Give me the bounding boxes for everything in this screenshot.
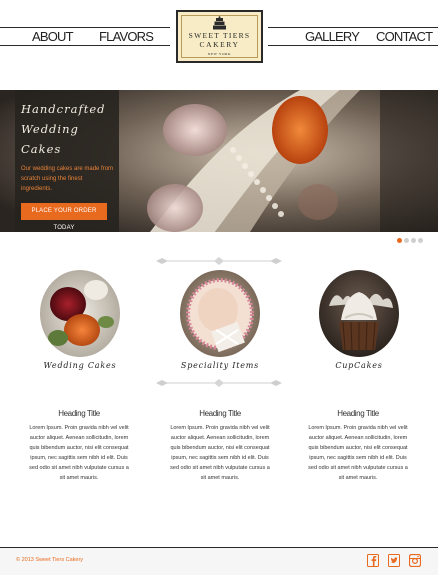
info-column-1: Heading Title Lorem Ipsum. Proin gravida… — [27, 409, 131, 483]
logo-name-line2: CAKERY — [199, 40, 240, 49]
nav-contact[interactable]: CONTACT — [376, 29, 433, 44]
speciality-items-image[interactable] — [180, 270, 260, 357]
hero-description: Our wedding cakes are made from scratch … — [21, 166, 114, 192]
header-rule-bottom-left — [0, 45, 170, 46]
column-heading: Heading Title — [337, 409, 379, 418]
info-column-3: Heading Title Lorem Ipsum. Proin gravida… — [306, 409, 410, 483]
twitter-icon[interactable] — [388, 554, 400, 567]
ornament-divider-bottom — [156, 379, 282, 387]
product-name[interactable]: Wedding Cakes — [20, 361, 140, 370]
nav-gallery[interactable]: GALLERY — [305, 29, 360, 44]
site-logo[interactable]: SWEET TIERS CAKERY NEW YORK — [176, 10, 263, 63]
cake-logo-icon — [213, 16, 226, 30]
hero-caption-panel: Handcrafted Wedding Cakes Our wedding ca… — [15, 90, 119, 232]
cupcakes-image[interactable] — [319, 270, 399, 357]
column-body: Lorem Ipsum. Proin gravida nibh vel veli… — [29, 425, 129, 481]
column-heading: Heading Title — [199, 409, 241, 418]
copyright-text: © 2013 Sweet Tiers Cakery — [16, 557, 84, 563]
slider-dot[interactable] — [404, 238, 409, 243]
hero-title: Handcrafted Wedding Cakes — [21, 102, 106, 156]
column-heading: Heading Title — [58, 409, 100, 418]
logo-location: NEW YORK — [207, 52, 232, 56]
header-rule-top-right — [268, 27, 438, 28]
ornament-divider-top — [156, 257, 282, 265]
hero-slider: Handcrafted Wedding Cakes Our wedding ca… — [0, 90, 438, 232]
instagram-icon[interactable] — [409, 554, 421, 567]
slider-dot[interactable] — [418, 238, 423, 243]
product-name[interactable]: CupCakes — [299, 361, 419, 370]
site-header: ABOUT FLAVORS GALLERY CONTACT SWEET TIER… — [0, 0, 438, 64]
header-rule-top-left — [0, 27, 170, 28]
facebook-icon[interactable] — [367, 554, 379, 567]
info-column-2: Heading Title Lorem Ipsum. Proin gravida… — [168, 409, 272, 483]
wedding-cakes-image[interactable] — [40, 270, 120, 357]
nav-about[interactable]: ABOUT — [32, 29, 74, 44]
column-body: Lorem Ipsum. Proin gravida nibh vel veli… — [308, 425, 408, 481]
slider-dot[interactable] — [397, 238, 402, 243]
slider-dot[interactable] — [411, 238, 416, 243]
place-order-button[interactable]: PLACE YOUR ORDER TODAY — [21, 203, 107, 231]
product-name[interactable]: Speciality Items — [160, 361, 280, 370]
site-footer: © 2013 Sweet Tiers Cakery — [0, 547, 438, 575]
column-body: Lorem Ipsum. Proin gravida nibh vel veli… — [170, 425, 270, 481]
logo-name-line1: SWEET TIERS — [188, 31, 251, 40]
header-rule-bottom-right — [268, 45, 438, 46]
nav-flavors[interactable]: FLAVORS — [99, 29, 154, 44]
